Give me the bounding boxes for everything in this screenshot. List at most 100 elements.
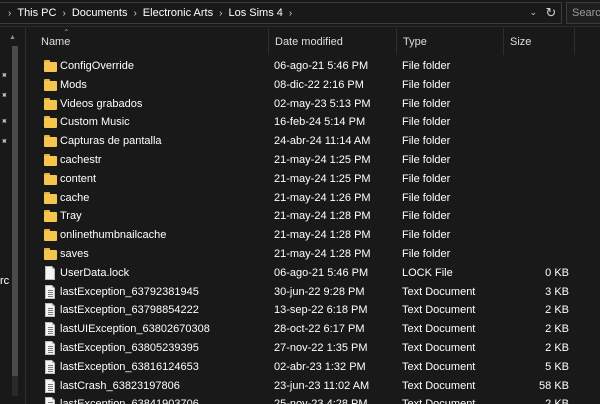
file-list: ConfigOverride 06-ago-21 5:46 PM File fold…: [27, 57, 600, 404]
breadcrumb-item[interactable]: Electronic Arts: [143, 7, 213, 19]
file-size: 2 KB: [509, 398, 569, 404]
text-document-icon: [45, 341, 55, 355]
file-name: ConfigOverride: [60, 60, 134, 72]
chevron-right-icon[interactable]: ›: [289, 8, 292, 19]
nav-item-label[interactable]: rc: [0, 275, 9, 287]
breadcrumb-item[interactable]: Documents: [72, 7, 128, 19]
file-size: 2 KB: [545, 323, 569, 336]
list-item[interactable]: Videos grabados 02-may-23 5:13 PM File fol…: [27, 95, 600, 114]
file-size: 2 KB: [545, 304, 569, 317]
file-name: cache: [60, 191, 90, 204]
file-type: File folder: [402, 191, 451, 204]
file-name: UserData.lock: [60, 266, 130, 279]
file-type: File folder: [402, 78, 451, 91]
file-size: 0 KB: [545, 266, 569, 279]
folder-icon: [44, 248, 57, 260]
navigation-pane[interactable]: ▲ ✦ ✦ ✦ ✦ rc: [0, 28, 26, 404]
list-item[interactable]: Mods 08-dic-22 2:16 PM File folder: [27, 76, 600, 95]
address-bar: › This PC › Documents › Electronic Arts › Los S…: [0, 0, 600, 27]
file-name: Tray: [60, 210, 82, 223]
list-item[interactable]: ConfigOverride 06-ago-21 5:46 PM File fold…: [27, 57, 600, 76]
chevron-right-icon[interactable]: ›: [219, 8, 222, 19]
file-size: 2 KB: [545, 342, 569, 354]
breadcrumb[interactable]: › This PC › Documents › Electronic Arts › Los S…: [0, 2, 562, 24]
list-item[interactable]: Tray 21-may-24 1:28 PM File folder: [27, 207, 600, 226]
file-date: 27-nov-22 1:35 PM: [274, 342, 368, 354]
file-type: File folder: [402, 154, 451, 166]
file-type: Text Document: [402, 379, 476, 392]
file-size: 5 KB: [545, 360, 569, 373]
chevron-right-icon[interactable]: ›: [133, 8, 136, 19]
file-type: Text Document: [402, 398, 475, 404]
pin-icon: ✦: [0, 114, 11, 128]
file-date: 21-may-24 1:28 PM: [274, 248, 371, 260]
list-item[interactable]: lastException_63805239395 27-nov-22 1:35 …: [27, 339, 600, 358]
file-type: LOCK File: [402, 266, 453, 279]
file-name: lastException_63841903706: [60, 398, 199, 404]
column-header-date[interactable]: Date modified: [269, 28, 397, 55]
file-date: 06-ago-21 5:46 PM: [274, 60, 369, 72]
breadcrumb-item[interactable]: This PC: [17, 7, 56, 19]
text-document-icon: [45, 322, 55, 337]
list-item[interactable]: lastException_63798854222 13-sep-22 6:18 …: [27, 301, 600, 320]
scroll-up-icon[interactable]: ▲: [9, 34, 16, 41]
file-type: File folder: [402, 229, 451, 242]
file-name: onlinethumbnailcache: [60, 229, 167, 242]
file-date: 06-ago-21 5:46 PM: [274, 266, 369, 279]
file-name: Custom Music: [60, 116, 130, 129]
chevron-right-icon[interactable]: ›: [62, 8, 65, 19]
column-header-size[interactable]: Size: [504, 28, 575, 55]
folder-icon: [44, 60, 57, 72]
navigation-scrollbar[interactable]: [12, 46, 18, 396]
pin-icon: ✦: [0, 134, 11, 148]
list-item[interactable]: Custom Music 16-feb-24 5:14 PM File folder: [27, 113, 600, 132]
list-item[interactable]: cachestr 21-may-24 1:25 PM File folder: [27, 151, 600, 170]
list-item[interactable]: lastCrash_63823197806 23-jun-23 11:02 AM T…: [27, 377, 600, 396]
file-date: 21-may-24 1:28 PM: [274, 229, 371, 242]
file-name: lastException_63805239395: [60, 342, 199, 354]
file-name: lastCrash_63823197806: [60, 379, 180, 392]
file-date: 30-jun-22 9:28 PM: [274, 285, 365, 298]
file-name: Capturas de pantalla: [60, 135, 162, 148]
list-item[interactable]: content 21-may-24 1:25 PM File folder: [27, 170, 600, 189]
list-item[interactable]: lastException_63816124653 02-abr-23 1:32 …: [27, 358, 600, 377]
list-item[interactable]: lastUIException_63802670308 28-oct-22 6:1…: [27, 320, 600, 339]
file-type: Text Document: [402, 360, 476, 373]
folder-icon: [44, 154, 57, 166]
chevron-down-icon[interactable]: ⌄: [529, 7, 537, 18]
column-header-name[interactable]: Name: [35, 28, 269, 55]
file-date: 16-feb-24 5:14 PM: [274, 116, 366, 129]
text-document-icon: [45, 284, 55, 299]
file-name: cachestr: [60, 154, 102, 166]
folder-icon: [44, 135, 57, 148]
file-size: 3 KB: [545, 285, 569, 298]
refresh-icon[interactable]: ↻: [540, 2, 562, 24]
file-date: 24-abr-24 11:14 AM: [274, 135, 371, 148]
breadcrumb-item[interactable]: Los Sims 4: [228, 7, 282, 19]
file-name: lastException_63816124653: [60, 360, 199, 373]
list-item[interactable]: Capturas de pantalla 24-abr-24 11:14 AM Fi…: [27, 132, 600, 151]
text-document-icon: [45, 397, 55, 404]
list-item[interactable]: saves 21-may-24 1:28 PM File folder: [27, 245, 600, 264]
blank-file-icon: [45, 265, 55, 280]
folder-icon: [44, 116, 57, 129]
chevron-right-icon[interactable]: ›: [8, 8, 11, 19]
file-name: Videos grabados: [60, 97, 143, 110]
file-type: File folder: [402, 116, 451, 129]
file-name: Mods: [60, 78, 87, 91]
list-item[interactable]: lastException_63792381945 30-jun-22 9:28 …: [27, 283, 600, 302]
column-header-type[interactable]: Type: [397, 28, 504, 55]
file-date: 02-abr-23 1:32 PM: [274, 360, 366, 373]
file-name: lastException_63792381945: [60, 285, 199, 298]
list-item[interactable]: lastException_63841903706 25-nov-23 4:28 …: [27, 395, 600, 404]
file-type: File folder: [402, 210, 451, 223]
scrollbar-thumb[interactable]: [12, 46, 18, 376]
search-input[interactable]: Search: [566, 2, 600, 24]
list-item[interactable]: UserData.lock 06-ago-21 5:46 PM LOCK File 0…: [27, 264, 600, 283]
file-type: Text Document: [402, 342, 476, 354]
folder-icon: [44, 78, 57, 91]
file-date: 13-sep-22 6:18 PM: [274, 304, 368, 317]
list-item[interactable]: onlinethumbnailcache 21-may-24 1:28 PM Fil…: [27, 226, 600, 245]
file-type: Text Document: [402, 304, 476, 317]
list-item[interactable]: cache 21-may-24 1:26 PM File folder: [27, 189, 600, 208]
